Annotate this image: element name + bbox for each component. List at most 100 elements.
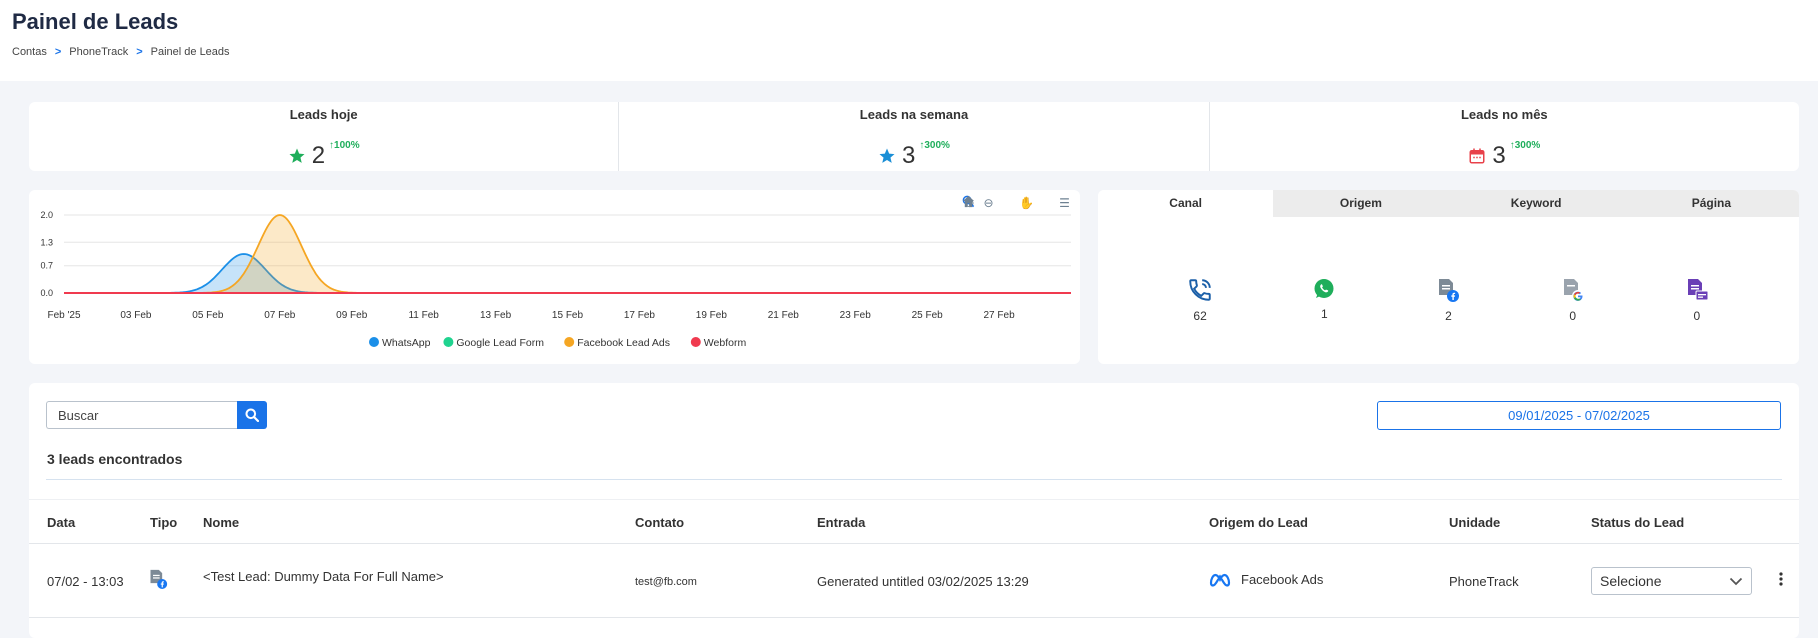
- y-tick-label: 1.3: [40, 237, 53, 247]
- legend-label: Webform: [704, 337, 747, 349]
- chevron-down-icon: [1729, 577, 1743, 585]
- cell-nome[interactable]: <Test Lead: Dummy Data For Full Name>: [203, 569, 444, 584]
- kpi-trend: ↑100%: [329, 140, 360, 151]
- breadcrumb-item-current: Painel de Leads: [150, 46, 230, 58]
- tab-canal[interactable]: Canal: [1098, 190, 1274, 217]
- breadcrumb-item-contas[interactable]: Contas: [12, 46, 47, 58]
- kpi-value: 2: [311, 142, 326, 169]
- leads-list-card: 09/01/2025 - 07/02/2025 3 leads encontra…: [29, 383, 1799, 638]
- origin-label: Facebook Ads: [1241, 572, 1324, 587]
- zoom-select-icon[interactable]: [962, 195, 1015, 210]
- breakdown-tabs: Canal Origem Keyword Página: [1098, 190, 1799, 217]
- channel-list: 62 1 2 0 0: [1098, 277, 1799, 323]
- meta-logo-icon: [1209, 573, 1231, 587]
- breadcrumb: Contas > PhoneTrack > Painel de Leads: [12, 46, 230, 58]
- page-title: Painel de Leads: [12, 9, 179, 34]
- legend-label: Facebook Lead Ads: [577, 337, 670, 349]
- webform-icon: [1687, 279, 1709, 301]
- column-header-tipo[interactable]: Tipo: [150, 515, 177, 530]
- x-tick-label: 15 Feb: [552, 310, 584, 321]
- y-tick-label: 2.0: [40, 210, 53, 220]
- x-tick-label: 17 Feb: [624, 310, 656, 321]
- pan-hand-icon[interactable]: ✋: [1019, 195, 1034, 210]
- channel-webform[interactable]: 0: [1667, 277, 1727, 323]
- cell-unidade: PhoneTrack: [1449, 574, 1519, 589]
- breadcrumb-separator: >: [54, 46, 62, 58]
- legend-marker: [564, 337, 575, 347]
- search-icon: [245, 408, 259, 422]
- column-header-entrada[interactable]: Entrada: [817, 515, 865, 530]
- column-header-contato[interactable]: Contato: [635, 515, 684, 530]
- page-header: Painel de Leads Contas > PhoneTrack > Pa…: [0, 0, 1818, 81]
- chart-menu-icon[interactable]: ☰: [1057, 195, 1072, 210]
- calendar-icon: [1469, 148, 1485, 164]
- cell-data: 07/02 - 13:03: [47, 574, 124, 589]
- x-tick-label: 13 Feb: [480, 310, 512, 321]
- legend-marker: [369, 337, 379, 347]
- channel-whatsapp[interactable]: 1: [1294, 277, 1354, 323]
- tab-keyword[interactable]: Keyword: [1448, 190, 1624, 217]
- y-tick-label: 0.7: [40, 261, 53, 271]
- facebook-form-icon: [150, 569, 168, 589]
- kpi-label: Leads hoje: [289, 107, 358, 122]
- x-tick-label: 07 Feb: [264, 310, 296, 321]
- search-input[interactable]: [46, 401, 237, 429]
- cell-contato: test@fb.com: [635, 576, 697, 588]
- whatsapp-icon: [1314, 279, 1334, 298]
- star-icon: [879, 148, 895, 163]
- legend-marker: [443, 337, 454, 347]
- google-form-icon: [1563, 279, 1584, 302]
- kpi-value: 3: [1492, 142, 1506, 169]
- channel-google-lead-form[interactable]: 0: [1543, 277, 1603, 323]
- x-tick-label: 09 Feb: [336, 310, 368, 321]
- column-header-status[interactable]: Status do Lead: [1591, 515, 1684, 530]
- x-tick-label: 11 Feb: [408, 310, 439, 321]
- column-header-data[interactable]: Data: [47, 515, 75, 530]
- lead-status-value: Selecione: [1600, 573, 1662, 589]
- x-tick-label: 27 Feb: [984, 310, 1016, 321]
- phone-call-icon: [1189, 279, 1211, 301]
- facebook-form-icon: [1439, 279, 1460, 302]
- breadcrumb-separator: >: [136, 46, 143, 58]
- divider: [46, 479, 1782, 480]
- table-row[interactable]: 07/02 - 13:03 <Test Lead: Dummy Data For…: [29, 544, 1799, 618]
- legend-marker: [690, 337, 701, 347]
- zoom-out-icon[interactable]: ⊖: [981, 195, 996, 210]
- x-tick-label: 03 Feb: [120, 310, 152, 321]
- y-tick-label: 0.0: [40, 288, 53, 298]
- column-header-nome[interactable]: Nome: [203, 515, 239, 530]
- x-tick-label: Feb '25: [47, 310, 80, 321]
- channel-facebook-lead-ads[interactable]: 2: [1418, 277, 1478, 323]
- column-header-origem[interactable]: Origem do Lead: [1209, 515, 1308, 530]
- leads-found-count: 3 leads encontrados: [47, 451, 183, 467]
- reset-home-icon[interactable]: [962, 195, 1053, 210]
- date-range-picker[interactable]: 09/01/2025 - 07/02/2025: [1377, 401, 1781, 430]
- series-area-whatsapp: [64, 254, 1071, 293]
- channel-count: 2: [1445, 309, 1452, 323]
- x-tick-label: 21 Feb: [768, 310, 800, 321]
- lead-status-select[interactable]: Selecione: [1591, 567, 1752, 595]
- channel-calls[interactable]: 62: [1170, 277, 1230, 323]
- search-button[interactable]: [237, 401, 267, 429]
- kpi-label: Leads no mês: [1460, 107, 1548, 122]
- search-bar: [46, 401, 267, 429]
- kpi-trend: ↑300%: [919, 140, 950, 151]
- star-icon: [289, 148, 305, 163]
- channel-breakdown-card: Canal Origem Keyword Página 62 1 2 0 0: [1098, 190, 1799, 364]
- kpi-value: 3: [902, 142, 916, 169]
- legend-label: Google Lead Form: [456, 337, 544, 349]
- row-actions-menu[interactable]: [1779, 572, 1783, 589]
- cell-tipo: [148, 568, 168, 593]
- column-header-unidade[interactable]: Unidade: [1449, 515, 1500, 530]
- channel-count: 62: [1193, 309, 1207, 323]
- channel-count: 1: [1320, 307, 1328, 321]
- leads-chart-card: 0.0 0.7 1.3 2.0 Feb '25 03 Feb 05 Feb 07 Feb 09 …: [29, 190, 1080, 364]
- channel-count: 0: [1569, 309, 1576, 323]
- x-tick-label: 23 Feb: [840, 310, 872, 321]
- kpi-label: Leads na semana: [859, 107, 969, 122]
- kpi-leads-week: Leads na semana 3 ↑300%: [618, 102, 1208, 171]
- tab-origem[interactable]: Origem: [1273, 190, 1449, 217]
- table-header: Data Tipo Nome Contato Entrada Origem do…: [29, 499, 1799, 544]
- tab-pagina[interactable]: Página: [1623, 190, 1799, 217]
- breadcrumb-item-phonetrack[interactable]: PhoneTrack: [69, 46, 128, 58]
